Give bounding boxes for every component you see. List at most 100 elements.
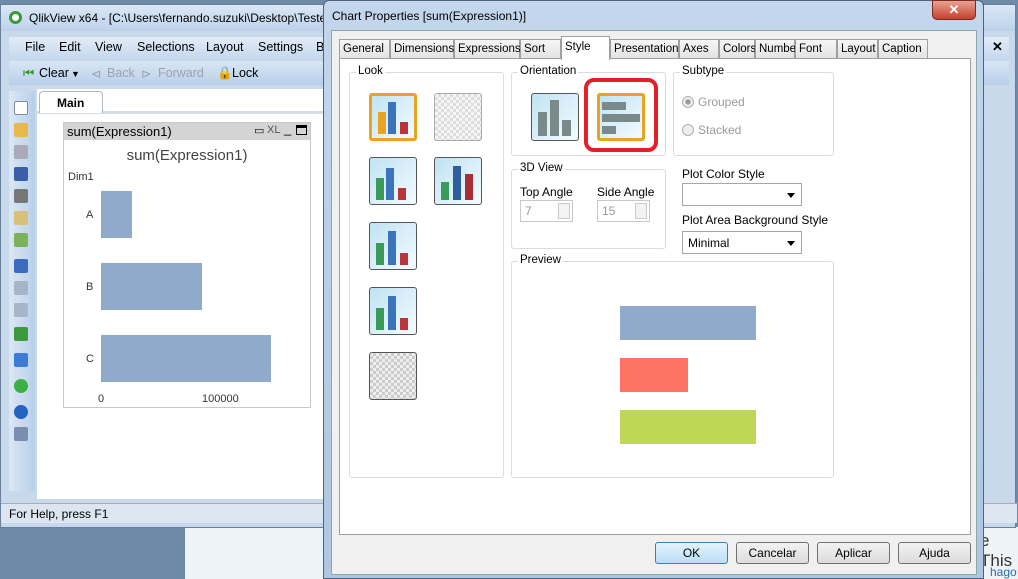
subtype-label: Subtype	[680, 65, 727, 77]
top-angle-input[interactable]: 7	[520, 200, 573, 222]
tab-number[interactable]: Number	[755, 39, 800, 59]
chart-caption-title: sum(Expression1)	[67, 124, 172, 139]
tab-layout[interactable]: Layout	[837, 39, 878, 59]
tab-style[interactable]: Style	[561, 36, 610, 60]
grouped-radio[interactable]: Grouped	[682, 95, 745, 109]
side-angle-label: Side Angle	[597, 185, 655, 199]
menu-layout[interactable]: Layout	[206, 40, 244, 54]
save-icon[interactable]	[14, 167, 28, 181]
open-icon[interactable]	[14, 123, 28, 137]
ok-button[interactable]: OK	[655, 542, 728, 564]
help-icon[interactable]	[14, 405, 28, 419]
search-icon[interactable]	[14, 303, 28, 317]
cancel-button[interactable]: Cancelar	[736, 542, 809, 564]
tab-dimensions[interactable]: Dimensions	[390, 39, 454, 59]
print-icon[interactable]	[14, 189, 28, 203]
back-icon: ⊲	[91, 67, 102, 81]
plot-color-style-label: Plot Color Style	[682, 167, 765, 181]
preview-bar-2	[620, 358, 688, 392]
checkbox-icon[interactable]	[14, 327, 28, 341]
menu-edit[interactable]: Edit	[59, 40, 81, 54]
reload-icon[interactable]	[14, 145, 28, 159]
pointer-help-icon[interactable]	[14, 427, 28, 441]
preview-group: Preview	[511, 254, 834, 478]
back-button[interactable]: Back	[107, 66, 135, 80]
look-3d-bars-option[interactable]	[369, 93, 417, 141]
preview-label: Preview	[518, 254, 563, 266]
tab-colors[interactable]: Colors	[719, 39, 756, 59]
chart-object[interactable]: sum(Expression1) ▭ XL _ sum(Expression1)…	[63, 121, 311, 408]
menu-settings[interactable]: Settings	[258, 40, 303, 54]
menu-file[interactable]: File	[25, 40, 45, 54]
tab-axes[interactable]: Axes	[679, 39, 719, 59]
category-label: B	[86, 281, 94, 293]
chart-title: sum(Expression1)	[126, 147, 248, 164]
apply-button[interactable]: Aplicar	[817, 542, 890, 564]
category-label: C	[86, 353, 94, 365]
lock-icon: 🔒	[217, 66, 233, 80]
clear-icon: ⏮	[23, 66, 35, 80]
close-button[interactable]: ✕	[932, 0, 976, 20]
chart-caption: sum(Expression1) ▭ XL _	[64, 121, 310, 140]
plot-area-background-label: Plot Area Background Style	[682, 213, 829, 227]
maximize-icon[interactable]	[296, 125, 307, 135]
axis-tick-label: 0	[98, 393, 105, 405]
preview-bar-1	[620, 306, 756, 340]
close-icon[interactable]: ✕	[992, 39, 1003, 55]
look-shaded-bars-option[interactable]	[434, 157, 482, 205]
tab-main[interactable]: Main	[39, 91, 103, 113]
bar-C[interactable]	[101, 335, 271, 382]
dialog-body: General Dimensions Expressions Sort Style Pre…	[331, 30, 977, 575]
vertical-toolbar	[9, 91, 35, 491]
minimize-icon[interactable]: _	[284, 121, 291, 136]
style-tab-panel: Look Orientation Subtype Grouped Stacked…	[339, 58, 971, 535]
xl-icon[interactable]: XL	[267, 124, 280, 136]
export-icon[interactable]	[14, 233, 28, 247]
clear-dropdown-icon[interactable]: ▼	[71, 69, 80, 79]
edit-script-icon[interactable]	[14, 211, 28, 225]
plot-area-background-select[interactable]: Minimal	[682, 231, 802, 254]
star-icon[interactable]	[14, 379, 28, 393]
orientation-group: Orientation	[511, 65, 666, 156]
bar-A[interactable]	[101, 191, 132, 238]
stacked-radio[interactable]: Stacked	[682, 123, 741, 137]
spinner-icon	[635, 203, 647, 219]
look-transparent-option[interactable]	[434, 93, 482, 141]
tab-expressions[interactable]: Expressions	[454, 39, 521, 59]
tab-presentation[interactable]: Presentation	[610, 39, 679, 59]
top-angle-label: Top Angle	[520, 185, 573, 199]
bar-B[interactable]	[101, 263, 203, 310]
menu-selections[interactable]: Selections	[137, 40, 195, 54]
new-icon[interactable]	[14, 101, 28, 115]
look-plain-bars-option[interactable]	[369, 157, 417, 205]
look-cylinder-option[interactable]	[369, 222, 417, 270]
lock-button[interactable]: Lock	[232, 66, 258, 80]
clear-button[interactable]: Clear	[39, 66, 69, 80]
look-outline-option[interactable]	[369, 352, 417, 400]
forward-button[interactable]: Forward	[158, 66, 204, 80]
vertical-orientation-option[interactable]	[531, 93, 579, 141]
window-title: QlikView x64 - [C:\Users\fernando.suzuki…	[29, 11, 327, 25]
tab-sort[interactable]: Sort	[520, 39, 561, 59]
tab-caption[interactable]: Caption	[878, 39, 928, 59]
background-link[interactable]: hago	[990, 565, 1017, 579]
redo-icon[interactable]	[14, 281, 28, 295]
help-button[interactable]: Ajuda	[898, 542, 971, 564]
undo-icon[interactable]	[14, 259, 28, 273]
3d-view-group: 3D View Top Angle 7 Side Angle 15	[511, 162, 666, 249]
chart-icon[interactable]	[14, 353, 28, 367]
preview-bar-3	[620, 410, 756, 444]
side-angle-input[interactable]: 15	[597, 200, 650, 222]
spinner-icon	[558, 203, 570, 219]
tab-font[interactable]: Font	[795, 39, 837, 59]
category-label: A	[86, 209, 94, 221]
print-icon[interactable]: ▭	[254, 124, 264, 137]
look-group: Look	[349, 65, 504, 478]
tab-general[interactable]: General	[339, 39, 390, 59]
look-fade-option[interactable]	[369, 287, 417, 335]
subtype-group: Subtype Grouped Stacked	[673, 65, 834, 156]
menu-view[interactable]: View	[95, 40, 122, 54]
look-label: Look	[356, 65, 385, 77]
axis-tick-label: 100000	[202, 393, 239, 405]
plot-color-style-select[interactable]	[682, 183, 802, 206]
